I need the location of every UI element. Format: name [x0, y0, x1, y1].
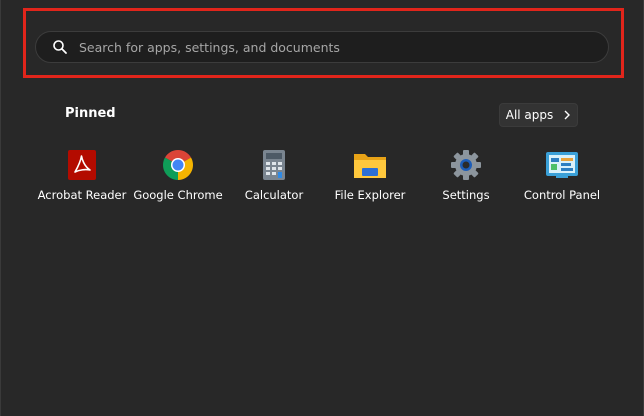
- file-explorer-icon: [353, 148, 387, 182]
- app-label: Acrobat Reader: [37, 188, 127, 202]
- pinned-app-calculator[interactable]: Calculator: [226, 148, 322, 212]
- app-label: File Explorer: [334, 188, 406, 202]
- pinned-app-settings[interactable]: Settings: [418, 148, 514, 212]
- all-apps-label: All apps: [505, 108, 554, 122]
- app-label: Settings: [442, 188, 490, 202]
- start-menu-panel: Pinned All apps Acrobat Reader: [0, 0, 644, 416]
- pinned-app-file-explorer[interactable]: File Explorer: [322, 148, 418, 212]
- chevron-right-icon: [563, 110, 571, 120]
- pinned-app-control-panel[interactable]: Control Panel: [514, 148, 610, 212]
- all-apps-button[interactable]: All apps: [499, 103, 578, 127]
- app-label: Google Chrome: [133, 188, 223, 202]
- search-bar[interactable]: [35, 31, 609, 63]
- pinned-apps-grid: Acrobat Reader Google Chrome Calculator …: [34, 148, 610, 212]
- search-input[interactable]: [79, 33, 608, 61]
- settings-gear-icon: [449, 148, 483, 182]
- calculator-icon: [257, 148, 291, 182]
- pinned-section-title: Pinned: [65, 106, 116, 121]
- app-label: Calculator: [244, 188, 304, 202]
- pinned-app-google-chrome[interactable]: Google Chrome: [130, 148, 226, 212]
- pinned-app-acrobat-reader[interactable]: Acrobat Reader: [34, 148, 130, 212]
- google-chrome-icon: [161, 148, 195, 182]
- app-label: Control Panel: [523, 188, 601, 202]
- control-panel-icon: [545, 148, 579, 182]
- acrobat-reader-icon: [65, 148, 99, 182]
- search-icon: [51, 38, 69, 56]
